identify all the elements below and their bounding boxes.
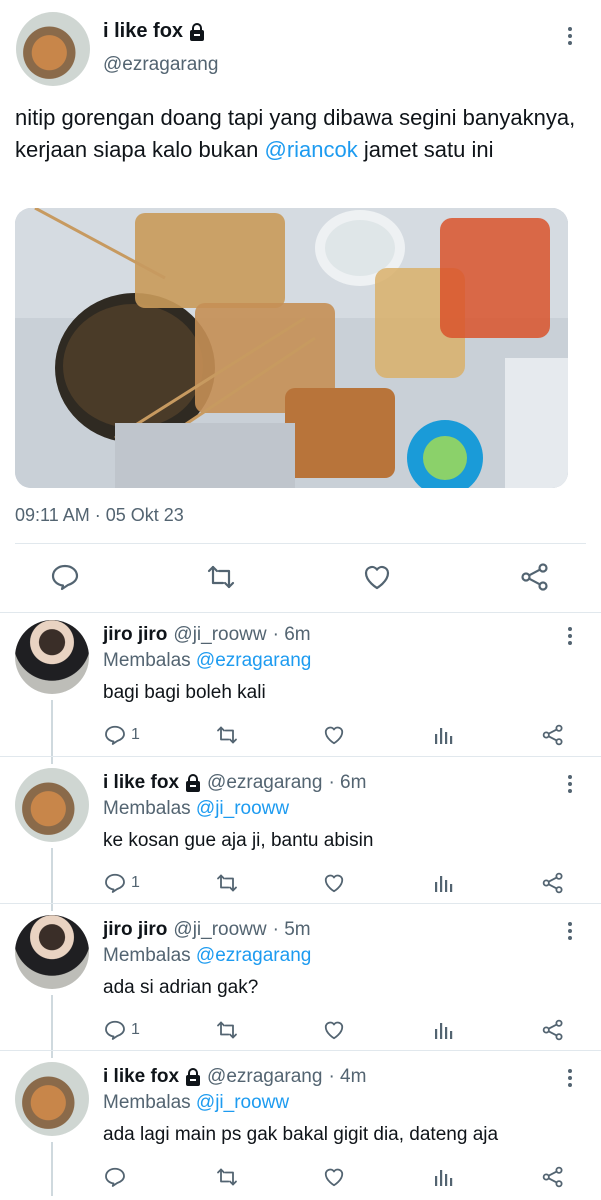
reply-time[interactable]: · 6m [328, 772, 366, 794]
reply-header: i like fox @ezragarang · 4m [103, 1066, 366, 1088]
like-icon[interactable] [322, 723, 346, 747]
divider [0, 612, 601, 613]
reply-avatar[interactable] [15, 915, 89, 989]
author-handle[interactable]: @ezragarang [103, 54, 218, 76]
retweet-icon[interactable] [205, 561, 237, 593]
tweet-photo[interactable] [15, 208, 568, 488]
replying-to: Membalas @ji_rooww [103, 798, 289, 820]
retweet-icon[interactable] [215, 1165, 239, 1189]
tweet-text-tail: jamet satu ini [357, 137, 494, 162]
mention-link[interactable]: @riancok [265, 137, 358, 162]
retweet-icon[interactable] [215, 871, 239, 895]
reply-author-handle[interactable]: @ji_rooww [173, 624, 266, 646]
replying-to-label: Membalas [103, 798, 196, 819]
reply-count: 1 [131, 874, 140, 891]
replying-to-label: Membalas [103, 650, 196, 671]
reply-header: i like fox @ezragarang · 6m [103, 772, 366, 794]
replying-to-mention[interactable]: @ezragarang [196, 650, 311, 671]
lock-icon [185, 774, 201, 792]
replying-to-mention[interactable]: @ji_rooww [196, 798, 289, 819]
lock-icon [189, 22, 205, 41]
reply-icon[interactable] [103, 1165, 127, 1189]
more-options-icon[interactable] [560, 772, 580, 800]
reply-author-name[interactable]: jiro jiro [103, 919, 167, 941]
like-icon[interactable] [361, 561, 393, 593]
reply-icon[interactable] [103, 1018, 127, 1042]
reply-author-handle[interactable]: @ezragarang [207, 1066, 322, 1088]
reply-text: ada si adrian gak? [103, 977, 259, 998]
divider [0, 903, 601, 904]
reply-icon[interactable] [103, 871, 127, 895]
views-icon[interactable] [432, 1018, 456, 1042]
divider [0, 1050, 601, 1051]
share-icon[interactable] [519, 561, 551, 593]
more-options-icon[interactable] [560, 1066, 580, 1094]
reply-icon[interactable] [103, 723, 127, 747]
thread-line [51, 700, 53, 764]
replying-to: Membalas @ezragarang [103, 945, 311, 967]
views-icon[interactable] [432, 871, 456, 895]
more-options-icon[interactable] [560, 919, 580, 947]
reply-author-name[interactable]: i like fox [103, 1066, 179, 1088]
share-icon[interactable] [541, 871, 565, 895]
reply-icon[interactable] [49, 561, 81, 593]
reply-count: 1 [131, 1021, 140, 1038]
reply-header: jiro jiro @ji_rooww · 5m [103, 919, 311, 941]
reply-time[interactable]: · 6m [273, 624, 311, 646]
replying-to-mention[interactable]: @ezragarang [196, 945, 311, 966]
like-icon[interactable] [322, 1165, 346, 1189]
thread-line [51, 1142, 53, 1196]
thread-line [51, 848, 53, 911]
lock-icon [185, 1068, 201, 1086]
reply-text: ada lagi main ps gak bakal gigit dia, da… [103, 1124, 499, 1145]
reply-header: jiro jiro @ji_rooww · 6m [103, 624, 311, 646]
retweet-icon[interactable] [215, 1018, 239, 1042]
reply-author-name[interactable]: jiro jiro [103, 624, 167, 646]
replying-to: Membalas @ezragarang [103, 650, 311, 672]
reply-time[interactable]: · 5m [273, 919, 311, 941]
replying-to-mention[interactable]: @ji_rooww [196, 1092, 289, 1113]
reply-avatar[interactable] [15, 620, 89, 694]
replying-to-label: Membalas [103, 1092, 196, 1113]
share-icon[interactable] [541, 1165, 565, 1189]
reply-author-handle[interactable]: @ji_rooww [173, 919, 266, 941]
replying-to-label: Membalas [103, 945, 196, 966]
author-avatar[interactable] [16, 12, 90, 86]
like-icon[interactable] [322, 871, 346, 895]
like-icon[interactable] [322, 1018, 346, 1042]
reply-avatar[interactable] [15, 1062, 89, 1136]
replying-to: Membalas @ji_rooww [103, 1092, 289, 1114]
reply-text: bagi bagi boleh kali [103, 682, 266, 703]
reply-time[interactable]: · 4m [328, 1066, 366, 1088]
reply-author-name[interactable]: i like fox [103, 772, 179, 794]
author-name[interactable]: i like fox [103, 20, 183, 43]
views-icon[interactable] [432, 723, 456, 747]
reply-avatar[interactable] [15, 768, 89, 842]
reply-count: 1 [131, 726, 140, 743]
more-options-icon[interactable] [560, 24, 580, 52]
tweet-timestamp[interactable]: 09:11 AM · 05 Okt 23 [15, 505, 184, 526]
author-name-row[interactable]: i like fox [103, 20, 205, 43]
reply-text: ke kosan gue aja ji, bantu abisin [103, 830, 374, 851]
share-icon[interactable] [541, 1018, 565, 1042]
food-photo-illustration [15, 208, 568, 488]
more-options-icon[interactable] [560, 624, 580, 652]
views-icon[interactable] [432, 1165, 456, 1189]
divider [15, 543, 586, 544]
thread-line [51, 995, 53, 1058]
retweet-icon[interactable] [215, 723, 239, 747]
share-icon[interactable] [541, 723, 565, 747]
tweet-text: nitip gorengan doang tapi yang dibawa se… [15, 102, 580, 166]
reply-author-handle[interactable]: @ezragarang [207, 772, 322, 794]
divider [0, 756, 601, 757]
